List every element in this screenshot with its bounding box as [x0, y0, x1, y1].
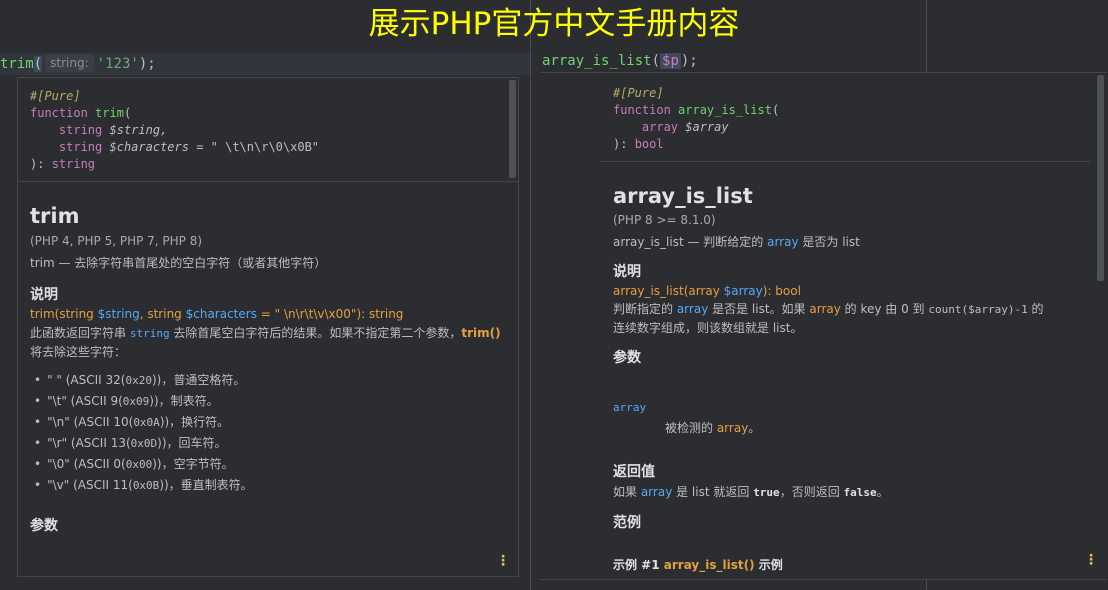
doc-title: array_is_list: [613, 184, 753, 208]
doc-synopsis: trim(string $string, string $characters …: [30, 305, 506, 323]
synopsis-rest: ): bool: [762, 284, 801, 298]
desc-text: 此函数返回字符串: [30, 326, 130, 340]
doc-versions: (PHP 4, PHP 5, PHP 7, PHP 8): [30, 234, 203, 248]
array-is-list-call[interactable]: array_is_list: [542, 53, 652, 69]
string-argument[interactable]: '123': [97, 56, 139, 72]
description-heading: 说明: [613, 264, 641, 280]
return-type: bool: [634, 137, 664, 151]
list-item: "\0" (ASCII 0(0x00))，空字节符。: [34, 454, 506, 475]
param-var: $string,: [109, 123, 168, 137]
synopsis-open: (string: [54, 307, 98, 321]
function-name: array_is_list: [678, 103, 772, 117]
list-item: " " (ASCII 32(0x20))，普通空格符。: [34, 370, 506, 391]
synopsis-var: $array: [723, 284, 763, 298]
return-description: 如果 array 是 list 就返回 true，否则返回 false。: [613, 485, 889, 499]
more-options-icon[interactable]: ⋮: [1084, 553, 1098, 567]
synopsis-var: $characters: [185, 307, 257, 321]
array-is-list-doc-popup[interactable]: #[Pure] function array_is_list( array $a…: [540, 72, 1106, 580]
example-fn-link[interactable]: array_is_list(): [664, 558, 755, 572]
trim-signature: #[Pure] function trim( string $string, s…: [18, 78, 518, 182]
return-type: string: [51, 157, 96, 171]
param-var: $characters: [109, 140, 189, 154]
doc-versions: (PHP 8 >= 8.1.0): [613, 213, 716, 227]
sig-close: ):: [30, 157, 52, 171]
desc-keyword: array: [809, 302, 841, 316]
return-heading: 返回值: [613, 464, 655, 480]
array-is-list-signature: #[Pure] function array_is_list( array $a…: [601, 73, 1090, 162]
popup-scrollbar[interactable]: [1097, 75, 1104, 281]
whitespace-char-list: " " (ASCII 32(0x20))，普通空格符。 "\t" (ASCII …: [30, 370, 506, 496]
desc-keyword: array: [676, 302, 709, 316]
params-heading: 参数: [30, 518, 58, 534]
list-item: "\v" (ASCII 11(0x0B))，垂直制表符。: [34, 475, 506, 496]
examples-heading: 范例: [613, 515, 641, 531]
open-paren: (: [33, 56, 43, 72]
doc-summary: trim — 去除字符串首尾处的空白字符（或者其他字符）: [30, 256, 327, 270]
trim-doc-popup[interactable]: #[Pure] function trim( string $string, s…: [17, 77, 519, 577]
param-type: string: [58, 140, 103, 154]
trim-doc-body: trim (PHP 4, PHP 5, PHP 7, PHP 8) trim —…: [18, 182, 518, 536]
summary-keyword: array: [767, 235, 799, 249]
left-code-line[interactable]: trim(string: '123');: [0, 53, 530, 75]
true-literal: true: [753, 486, 780, 499]
variable-argument[interactable]: $p: [660, 53, 681, 69]
trim-call[interactable]: trim: [0, 56, 34, 72]
synopsis-open: (array: [683, 284, 724, 298]
desc-fn-link[interactable]: trim(): [461, 326, 500, 340]
param-desc-keyword: array: [716, 421, 749, 435]
left-editor-divider: [530, 0, 531, 590]
desc-code: count($array)-1: [928, 303, 1028, 316]
list-item: "\t" (ASCII 9(0x09))，制表符。: [34, 391, 506, 412]
sig-open: (: [123, 106, 132, 120]
parameter-hint: string:: [45, 54, 94, 72]
function-name: trim: [95, 106, 124, 120]
param-default: = " \t\n\r\0\x0B": [188, 140, 320, 154]
page-title: 展示PHP官方中文手册内容: [368, 6, 740, 42]
pure-attribute: #[Pure]: [613, 86, 664, 100]
popup-scrollbar[interactable]: [509, 80, 516, 178]
param-name: array: [613, 401, 647, 414]
function-keyword: function: [30, 106, 88, 120]
synopsis-var: $string: [97, 307, 140, 321]
sig-close: ):: [613, 137, 635, 151]
param-var: $array: [685, 120, 729, 134]
doc-description-line2: 连续数字组成，则该数组就是 list。: [613, 321, 803, 335]
doc-summary: array_is_list — 判断给定的 array 是否为 list: [613, 235, 860, 249]
return-keyword: array: [640, 485, 673, 499]
synopsis-fn[interactable]: array_is_list: [613, 284, 684, 298]
desc-keyword: string: [129, 327, 170, 340]
description-heading: 说明: [30, 287, 58, 303]
false-literal: false: [843, 486, 877, 499]
doc-title: trim: [30, 204, 80, 228]
doc-description: 此函数返回字符串 string 去除首尾空白字符后的结果。如果不指定第二个参数，…: [30, 324, 506, 362]
close-paren: );: [680, 53, 698, 69]
more-options-icon[interactable]: ⋮: [496, 554, 510, 568]
synopsis-mid: , string: [139, 307, 186, 321]
close-paren: );: [138, 56, 156, 72]
example-title: 示例 #1 array_is_list() 示例: [613, 558, 783, 572]
param-type: string: [58, 123, 103, 137]
synopsis-rest: = " \n\r\t\v\x00"): string: [256, 307, 404, 321]
function-keyword: function: [613, 103, 671, 117]
array-is-list-doc-body: array_is_list (PHP 8 >= 8.1.0) array_is_…: [540, 162, 1106, 575]
desc-text: 去除首尾空白字符后的结果。如果不指定第二个参数，: [169, 326, 462, 340]
doc-synopsis: array_is_list(array $array): bool: [613, 282, 1094, 300]
param-description: 被检测的 array。: [665, 421, 761, 435]
list-item: "\n" (ASCII 10(0x0A))，换行符。: [34, 412, 506, 433]
doc-description: 判断指定的 array 是否是 list。如果 array 的 key 由 0 …: [613, 302, 1044, 316]
pure-attribute: #[Pure]: [30, 89, 81, 103]
params-heading: 参数: [613, 350, 641, 366]
sig-open: (: [771, 103, 780, 117]
synopsis-fn[interactable]: trim: [30, 307, 55, 321]
param-type: array: [641, 120, 679, 134]
list-item: "\r" (ASCII 13(0x0D))，回车符。: [34, 433, 506, 454]
right-code-line[interactable]: array_is_list($p);: [542, 50, 1108, 72]
desc-text: 将去除这些字符：: [30, 345, 127, 359]
open-paren: (: [651, 53, 661, 69]
